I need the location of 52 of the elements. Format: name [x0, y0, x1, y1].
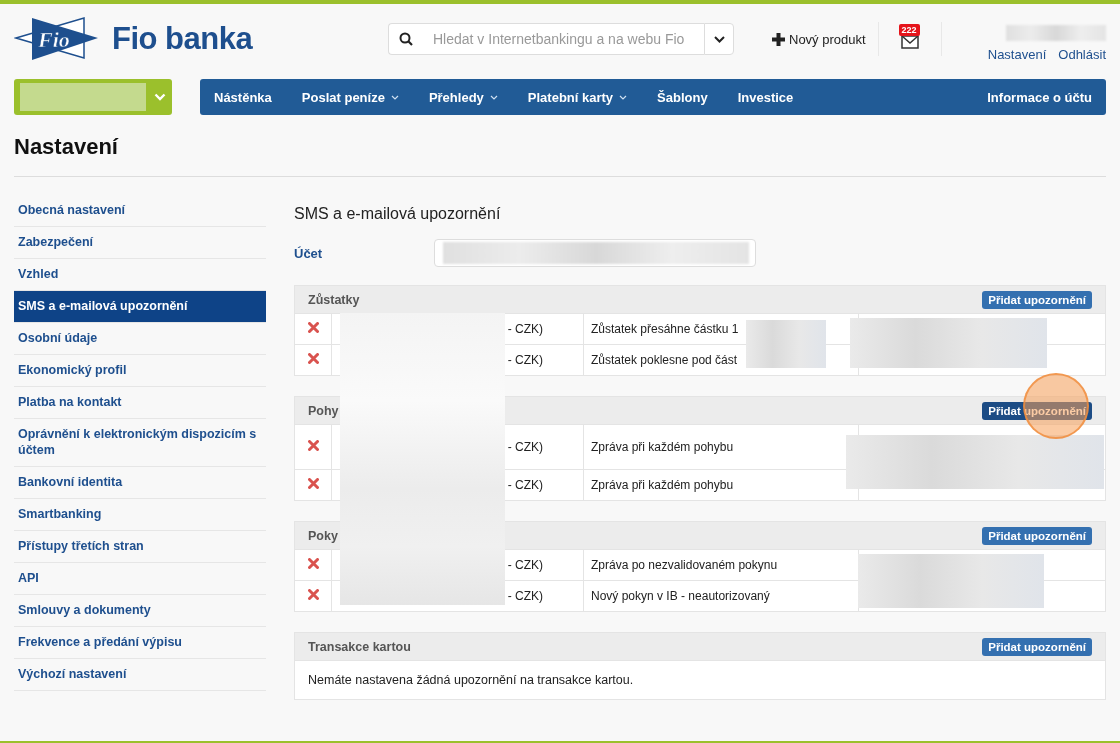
empty-message: Nemáte nastavena žádná upozornění na transakce kartou.: [295, 660, 1105, 699]
nav-item[interactable]: Informace o účtu: [987, 89, 1106, 105]
sidebar-item[interactable]: API: [14, 563, 266, 595]
nav-item[interactable]: Šablony: [657, 89, 708, 105]
add-alert-button[interactable]: Přidat upozornění: [982, 401, 1092, 420]
plus-icon: [772, 32, 785, 46]
nav-item[interactable]: Investice: [737, 89, 794, 105]
sidebar-item[interactable]: Oprávnění k elektronickým dispozicím s účtem: [14, 419, 266, 467]
section-heading: SMS a e-mailová upozornění: [294, 205, 502, 223]
page-title: Nastavení: [14, 134, 120, 160]
section-title: Poky: [308, 528, 338, 543]
sidebar-item[interactable]: Bankovní identita: [14, 467, 266, 499]
sidebar-item[interactable]: Osobní údaje: [14, 323, 266, 355]
account-field[interactable]: [434, 239, 756, 267]
new-product-button[interactable]: Nový produkt: [772, 22, 879, 56]
nav-item[interactable]: Platební karty: [527, 89, 628, 105]
add-alert-button[interactable]: Přidat upozornění: [982, 526, 1092, 545]
delete-icon[interactable]: [307, 440, 319, 451]
nav-item[interactable]: Poslat peníze: [301, 89, 399, 105]
sidebar-item[interactable]: SMS a e-mailová upozornění: [14, 291, 266, 323]
section-title: Pohy: [308, 403, 339, 418]
add-alert-button[interactable]: Přidat upozornění: [982, 290, 1092, 309]
header-link[interactable]: Nastavení: [987, 46, 1047, 62]
chevron-down-icon: [713, 35, 725, 43]
section-title: Transakce kartou: [308, 639, 411, 654]
delete-icon[interactable]: [307, 322, 319, 333]
logo-text: Fio banka: [112, 21, 253, 57]
search-field[interactable]: Hledat v Internetbankingu a na webu Fio: [388, 23, 704, 55]
section-title: Zůstatky: [308, 292, 360, 307]
delete-icon[interactable]: [307, 589, 319, 600]
table-cell: Nový pokyn v IB - neautorizovaný: [583, 580, 859, 611]
message-count: 222: [898, 24, 920, 36]
sidebar-item[interactable]: Frekvence a předání výpisu: [14, 627, 266, 659]
sidebar-item[interactable]: Obecná nastavení: [14, 195, 266, 227]
sidebar-item[interactable]: Smartbanking: [14, 499, 266, 531]
sidebar-item[interactable]: Přístupy třetích stran: [14, 531, 266, 563]
delete-icon[interactable]: [307, 353, 319, 364]
sidebar-item[interactable]: Zabezpečení: [14, 227, 266, 259]
dropdown-button[interactable]: [704, 23, 734, 55]
sidebar-item[interactable]: Ekonomický profil: [14, 355, 266, 387]
chevron-down-icon: [154, 93, 166, 101]
nav-item[interactable]: Nástěnka: [214, 89, 272, 105]
delete-icon[interactable]: [307, 558, 319, 569]
field-label: Účet: [294, 245, 324, 261]
nav-item[interactable]: Přehledy: [428, 89, 498, 105]
table-cell: Zpráva po nezvalidovaném pokynu: [583, 549, 859, 581]
sidebar-item[interactable]: Platba na kontakt: [14, 387, 266, 419]
sidebar-item[interactable]: Smlouvy a dokumenty: [14, 595, 266, 627]
add-alert-button[interactable]: Přidat upozornění: [982, 637, 1092, 656]
sidebar-item[interactable]: Výchozí nastavení: [14, 659, 266, 691]
delete-icon[interactable]: [307, 478, 319, 489]
header-link[interactable]: Odhlásit: [1058, 46, 1106, 62]
